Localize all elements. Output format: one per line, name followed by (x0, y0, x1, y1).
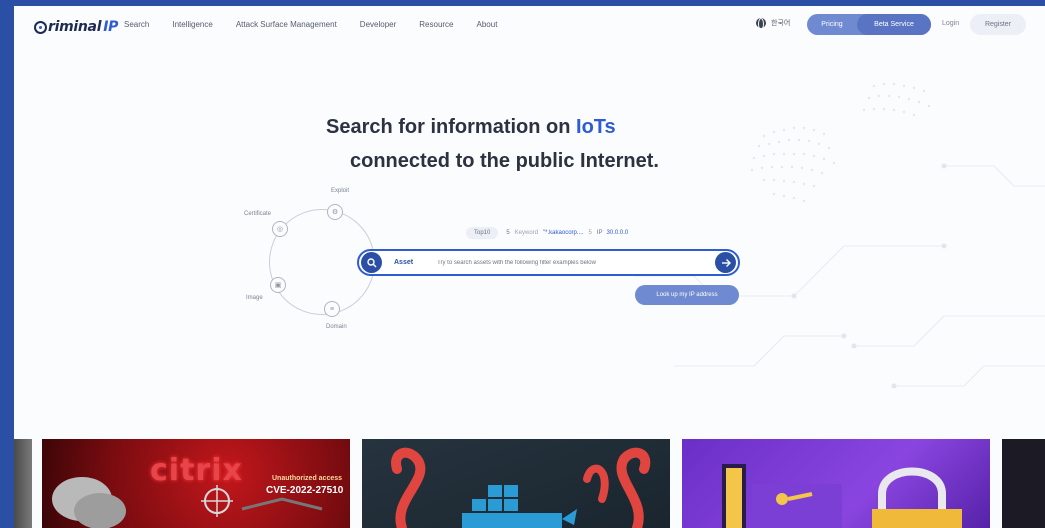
domain-label: Domain (326, 324, 347, 330)
login-link[interactable]: Login (942, 20, 959, 27)
image-label: Image (246, 295, 263, 301)
carousel-card-kubernetes[interactable] (362, 439, 670, 528)
ip-example[interactable]: 30.0.0.0 (607, 230, 629, 236)
language-selector[interactable]: 한국어 (756, 18, 791, 30)
hero-title-prefix: Search for information on (326, 116, 577, 138)
logo-ip: IP (103, 19, 119, 35)
count-one: 5 (506, 230, 510, 236)
octopus-container-artwork (391, 447, 651, 528)
keyword-label: Keyword (514, 230, 539, 236)
search-category[interactable]: Asset (394, 259, 413, 266)
citrix-wordmark: citrix (150, 453, 243, 488)
image-node-icon[interactable]: ▣ (270, 277, 286, 293)
language-label: 한국어 (771, 20, 791, 27)
search-bar: Asset (357, 249, 740, 276)
globe-icon (756, 18, 766, 30)
cve-id: CVE-2022-27510 (266, 485, 344, 496)
count-two: 5 (588, 230, 592, 236)
certificate-node-icon[interactable]: ◎ (272, 221, 288, 237)
logo-text: riminal (48, 19, 102, 35)
search-icon[interactable] (361, 252, 382, 273)
search-input[interactable] (437, 259, 715, 266)
menu-developer[interactable]: Developer (360, 20, 396, 29)
hero-title-line1: Search for information on IoTs (326, 116, 616, 139)
logo-c-icon (34, 20, 47, 34)
exploit-label: Exploit (331, 188, 350, 194)
domain-node-icon[interactable]: ≡ (324, 301, 340, 317)
carousel-card-partial-left[interactable] (14, 439, 32, 528)
menu-asm[interactable]: Attack Surface Management (236, 20, 337, 29)
beta-service-button[interactable]: Beta Service (857, 14, 931, 35)
menu-intelligence[interactable]: Intelligence (172, 20, 212, 29)
pricing-button[interactable]: Pricing (807, 21, 857, 28)
pricing-beta-group: Pricing Beta Service (807, 14, 931, 35)
hero-title-highlight: IoTs (576, 116, 616, 138)
carousel-card-partial-right[interactable] (1002, 439, 1045, 528)
certificate-label: Certificate (244, 211, 272, 217)
lookup-ip-button[interactable]: Look up my IP address (635, 285, 739, 305)
carousel-card-unlock[interactable] (682, 439, 990, 528)
hero-title-line2: connected to the public Internet. (350, 150, 659, 172)
menu-search[interactable]: Search (124, 20, 149, 29)
cve-note: Unauthorized access (272, 475, 343, 482)
menu-about[interactable]: About (477, 20, 498, 29)
top10-tag[interactable]: Top10 (466, 227, 499, 239)
page: riminal IP Search Intelligence Attack Su… (14, 6, 1045, 528)
carousel-card-citrix[interactable]: citrix Unauthorized access CVE-2022-2751… (42, 439, 350, 528)
arrow-right-icon[interactable] (715, 252, 736, 273)
top-nav: riminal IP Search Intelligence Attack Su… (14, 6, 1045, 46)
logo[interactable]: riminal IP (34, 19, 118, 35)
ip-label: IP (596, 230, 603, 236)
main-menu: Search Intelligence Attack Surface Manag… (124, 20, 520, 29)
world-map-graphic (634, 82, 1045, 389)
exploit-node-icon[interactable]: ⚙ (327, 204, 343, 220)
menu-resource[interactable]: Resource (419, 20, 453, 29)
news-carousel: citrix Unauthorized access CVE-2022-2751… (14, 439, 1045, 528)
padlock-artwork (722, 464, 962, 528)
keyword-example[interactable]: "*.kakaocorp.... (543, 230, 583, 236)
register-button[interactable]: Register (970, 14, 1026, 35)
quick-search-row: Top10 5 Keyword "*.kakaocorp.... 5 IP 30… (466, 227, 628, 239)
